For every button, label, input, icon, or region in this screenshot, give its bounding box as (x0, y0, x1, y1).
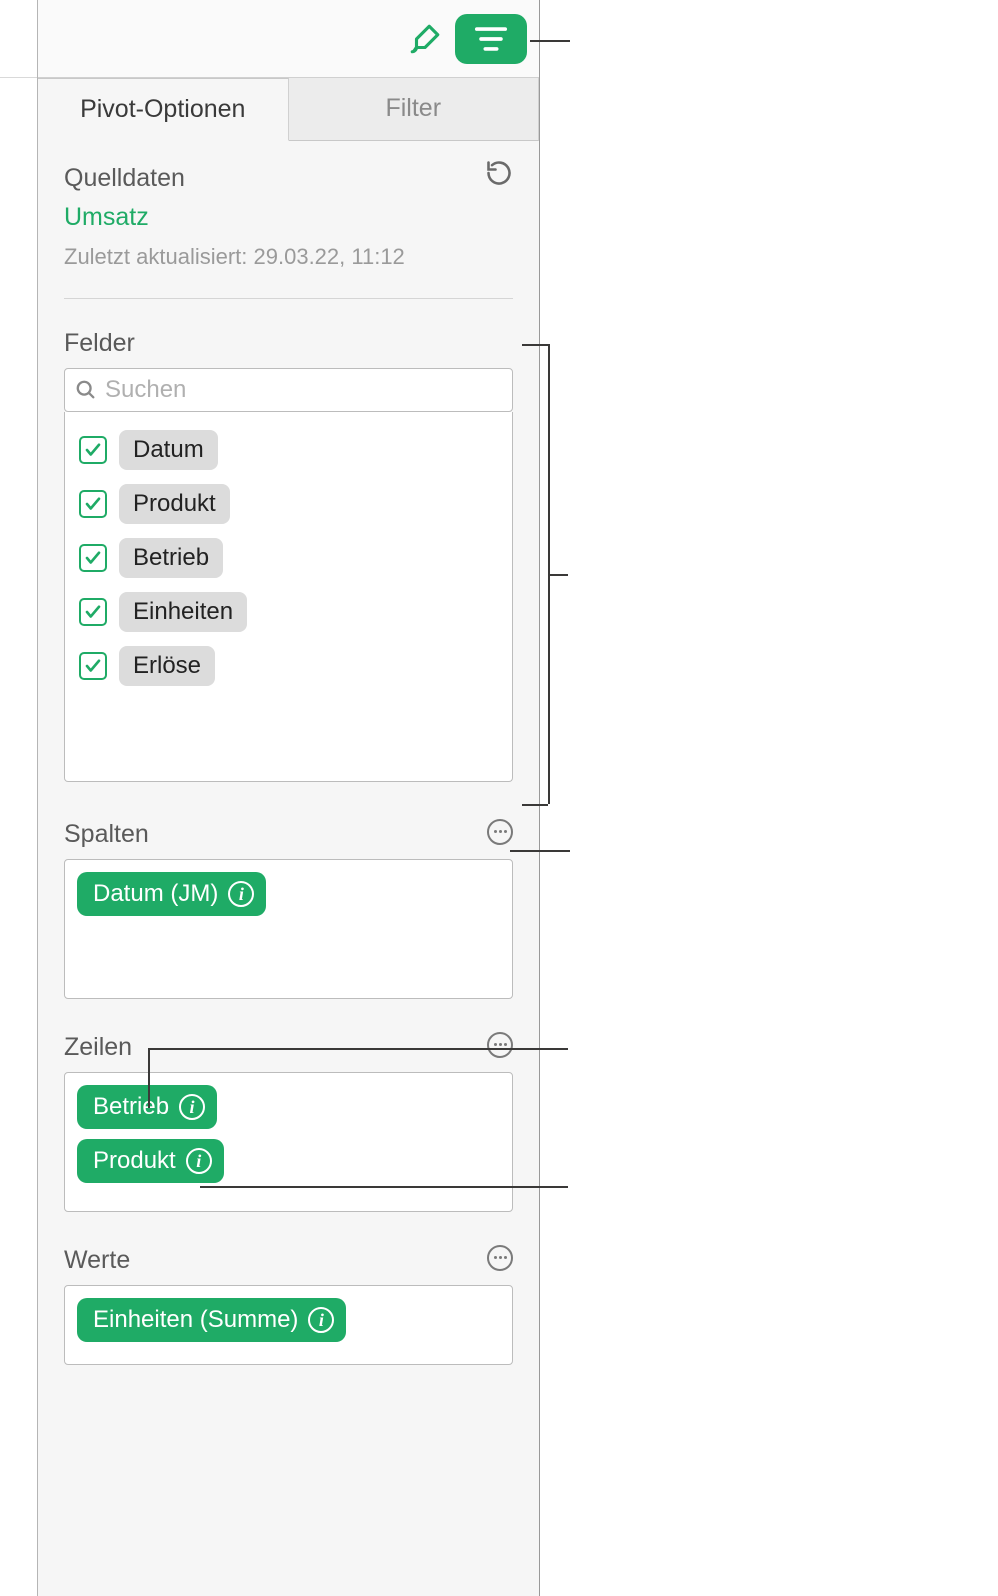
divider (64, 298, 513, 299)
search-icon (75, 379, 97, 401)
field-checkbox[interactable] (79, 436, 107, 464)
format-brush-button[interactable] (407, 21, 443, 57)
values-heading: Werte (64, 1246, 130, 1275)
last-updated-text: Zuletzt aktualisiert: 29.03.22, 11:12 (64, 244, 513, 270)
field-checkbox[interactable] (79, 490, 107, 518)
field-pill[interactable]: Erlöse (119, 646, 215, 686)
columns-heading: Spalten (64, 820, 149, 849)
check-icon (84, 657, 102, 675)
field-item[interactable]: Betrieb (79, 538, 498, 578)
check-icon (84, 441, 102, 459)
field-pill[interactable]: Datum (119, 430, 218, 470)
row-field-pill[interactable]: Produkt i (77, 1139, 224, 1183)
fields-list: Datum Produkt Betrieb (64, 412, 513, 782)
tab-filter[interactable]: Filter (289, 78, 540, 141)
field-item[interactable]: Produkt (79, 484, 498, 524)
info-icon[interactable]: i (228, 881, 254, 907)
fields-search[interactable] (64, 368, 513, 412)
tab-pivot-options[interactable]: Pivot-Optionen (38, 78, 289, 141)
field-checkbox[interactable] (79, 652, 107, 680)
organize-lines-icon (474, 24, 508, 54)
pill-label: Datum (JM) (93, 880, 218, 908)
info-icon[interactable]: i (179, 1094, 205, 1120)
values-more-button[interactable] (487, 1245, 513, 1271)
fields-search-input[interactable] (105, 376, 502, 404)
fields-heading: Felder (64, 329, 513, 358)
field-pill[interactable]: Betrieb (119, 538, 223, 578)
info-icon[interactable]: i (308, 1307, 334, 1333)
values-dropzone[interactable]: Einheiten (Summe) i (64, 1285, 513, 1365)
organize-button[interactable] (455, 14, 527, 64)
column-field-pill[interactable]: Datum (JM) i (77, 872, 266, 916)
panel-toolbar (38, 0, 539, 78)
refresh-icon (485, 159, 513, 187)
rows-more-button[interactable] (487, 1032, 513, 1058)
info-icon[interactable]: i (186, 1148, 212, 1174)
pill-label: Einheiten (Summe) (93, 1306, 298, 1334)
source-data-heading: Quelldaten (64, 164, 185, 193)
field-item[interactable]: Einheiten (79, 592, 498, 632)
paintbrush-icon (408, 22, 442, 56)
field-item[interactable]: Erlöse (79, 646, 498, 686)
source-table-link[interactable]: Umsatz (64, 203, 513, 232)
check-icon (84, 549, 102, 567)
field-pill[interactable]: Produkt (119, 484, 230, 524)
tab-bar: Pivot-Optionen Filter (38, 78, 539, 140)
row-field-pill[interactable]: Betrieb i (77, 1085, 217, 1129)
inspector-panel: Pivot-Optionen Filter Quelldaten Umsatz … (38, 0, 539, 1596)
value-field-pill[interactable]: Einheiten (Summe) i (77, 1298, 346, 1342)
pill-label: Betrieb (93, 1093, 169, 1121)
check-icon (84, 495, 102, 513)
rows-dropzone[interactable]: Betrieb i Produkt i (64, 1072, 513, 1212)
rows-heading: Zeilen (64, 1033, 132, 1062)
check-icon (84, 603, 102, 621)
columns-dropzone[interactable]: Datum (JM) i (64, 859, 513, 999)
field-checkbox[interactable] (79, 544, 107, 572)
field-item[interactable]: Datum (79, 430, 498, 470)
field-pill[interactable]: Einheiten (119, 592, 247, 632)
columns-more-button[interactable] (487, 819, 513, 845)
pill-label: Produkt (93, 1147, 176, 1175)
refresh-button[interactable] (485, 159, 513, 192)
field-checkbox[interactable] (79, 598, 107, 626)
